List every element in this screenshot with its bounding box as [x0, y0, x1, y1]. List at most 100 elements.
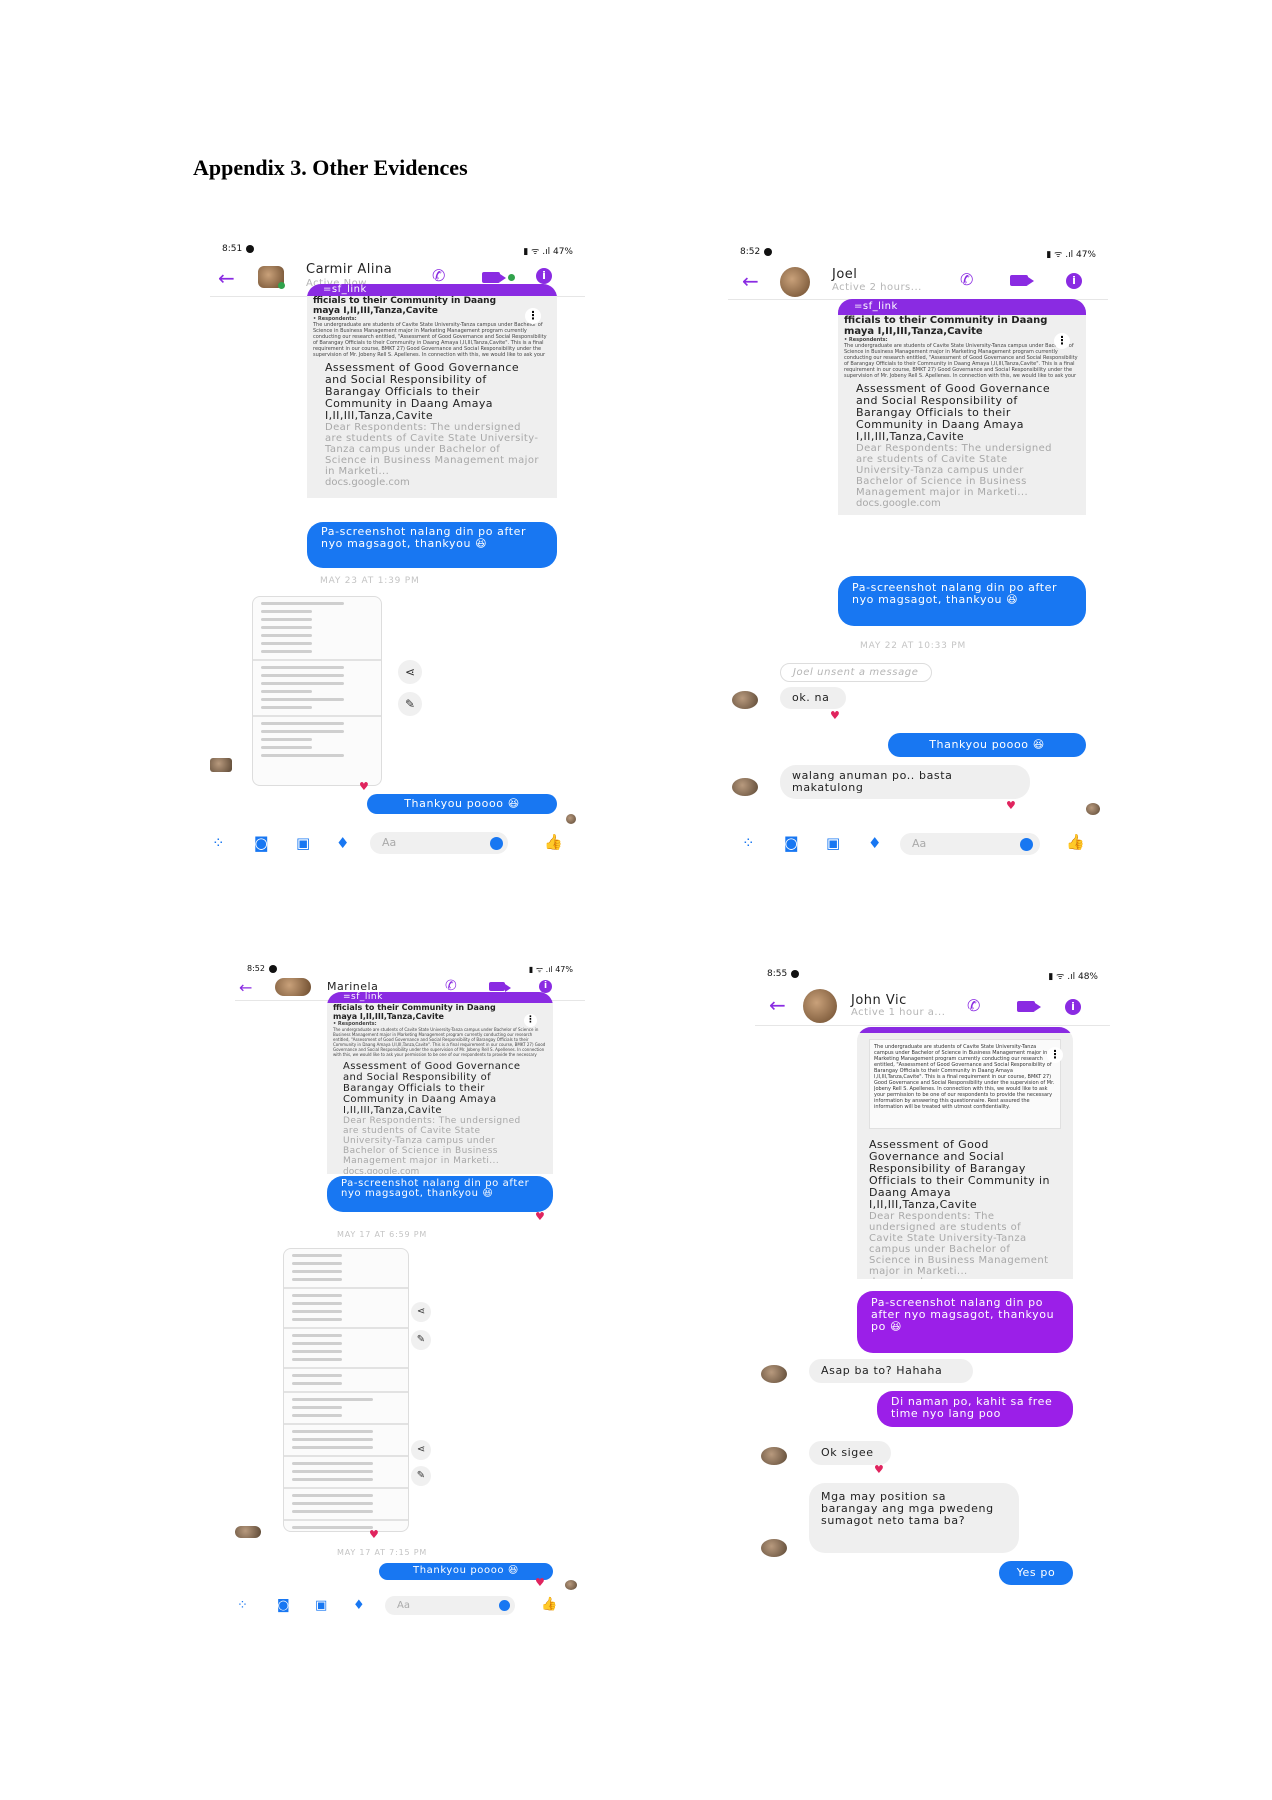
- link-small-text: The undergraduate are students of Cavite…: [313, 322, 547, 358]
- share-icon[interactable]: ⋖: [398, 660, 422, 684]
- phone-screenshot-joel: 8:52 ▮ ᯤ .ıl 47% ← Joel Active 2 hours..…: [728, 243, 1108, 863]
- message-bubble-incoming[interactable]: Asap ba to? Hahaha: [809, 1359, 973, 1383]
- avatar[interactable]: [275, 978, 311, 996]
- gallery-icon[interactable]: ▣: [315, 1598, 327, 1613]
- video-call-icon[interactable]: [482, 272, 506, 283]
- unsent-notice: Joel unsent a message: [780, 663, 932, 682]
- active-dot: [278, 282, 285, 289]
- heart-icon: ♥: [1006, 799, 1016, 812]
- back-arrow-icon[interactable]: ←: [218, 268, 235, 288]
- contact-mini-avatar: [732, 778, 758, 796]
- link-preview-card[interactable]: =sf_link fficials to their Community in …: [307, 284, 557, 498]
- info-icon[interactable]: i: [1066, 273, 1082, 289]
- message-input[interactable]: Aa: [900, 833, 1040, 855]
- camera-icon[interactable]: ◙: [254, 836, 269, 851]
- phone-call-icon[interactable]: ✆: [960, 270, 973, 289]
- back-arrow-icon[interactable]: ←: [742, 271, 759, 291]
- video-call-icon[interactable]: [489, 982, 511, 992]
- message-timestamp: MAY 22 AT 10:33 PM: [860, 641, 967, 651]
- microphone-icon[interactable]: ♦: [336, 836, 349, 851]
- thumbs-up-icon[interactable]: 👍: [1066, 835, 1085, 850]
- apps-icon[interactable]: ⁘: [237, 1598, 248, 1613]
- message-bubble-outgoing[interactable]: Pa-screenshot nalang din po after nyo ma…: [857, 1291, 1073, 1353]
- message-bubble-outgoing[interactable]: Thankyou poooo 😆: [888, 733, 1086, 757]
- link-url[interactable]: docs.google.com: [838, 498, 1086, 514]
- status-time: 8:52: [247, 964, 277, 973]
- contact-mini-avatar: [235, 1526, 261, 1538]
- apps-icon[interactable]: ⁘: [212, 836, 225, 851]
- heart-icon: ♥: [359, 780, 369, 793]
- thumbs-up-icon[interactable]: 👍: [544, 835, 563, 850]
- message-bubble-outgoing[interactable]: Yes po: [999, 1561, 1073, 1585]
- link-preview-card[interactable]: =sf_link fficials to their Community in …: [838, 299, 1086, 515]
- message-bubble-outgoing[interactable]: Pa-screenshot nalang din po after nyo ma…: [307, 522, 557, 568]
- message-bubble-outgoing[interactable]: Di naman po, kahit sa free time nyo lang…: [877, 1391, 1073, 1427]
- link-url[interactable]: docs.google.com: [307, 477, 557, 493]
- camera-icon[interactable]: ◙: [784, 836, 799, 851]
- more-options-icon[interactable]: ⋮: [525, 308, 541, 324]
- message-bubble-outgoing[interactable]: Thankyou poooo 😆: [379, 1563, 553, 1580]
- link-preview-card[interactable]: =sf_link fficials to their Community in …: [327, 992, 553, 1174]
- pencil-icon[interactable]: ✎: [411, 1466, 431, 1486]
- message-bubble-incoming[interactable]: Ok sigee: [809, 1441, 891, 1465]
- microphone-icon[interactable]: ♦: [868, 836, 881, 851]
- phone-screenshot-marinela: 8:52 ▮ ᯤ .ıl 47% ← Marinela ✆ i =sf_link…: [235, 960, 585, 1625]
- avatar[interactable]: [803, 989, 837, 1023]
- link-heading-2: maya I,II,III,Tanza,Cavite: [333, 1012, 444, 1021]
- phone-call-icon[interactable]: ✆: [967, 996, 980, 1015]
- message-bubble-incoming[interactable]: Mga may position sa barangay ang mga pwe…: [809, 1483, 1019, 1553]
- contact-name[interactable]: Carmir Alina: [306, 262, 392, 277]
- message-input[interactable]: Aa: [385, 1596, 515, 1615]
- contact-name[interactable]: John Vic: [851, 993, 907, 1008]
- back-arrow-icon[interactable]: ←: [239, 978, 252, 998]
- apps-icon[interactable]: ⁘: [742, 836, 755, 851]
- share-icon[interactable]: ⋖: [411, 1302, 431, 1322]
- share-icon[interactable]: ⋖: [411, 1440, 431, 1460]
- link-preview-card[interactable]: The undergraduate are students of Cavite…: [857, 1027, 1073, 1279]
- message-bubble-incoming[interactable]: walang anuman po.. basta makatulong: [780, 765, 1030, 799]
- thumbs-up-icon[interactable]: 👍: [541, 1597, 557, 1612]
- pencil-icon[interactable]: ✎: [398, 692, 422, 716]
- link-bar: =sf_link: [327, 992, 553, 1003]
- screenshot-image[interactable]: [283, 1248, 409, 1532]
- link-title: Assessment of Good Governance and Social…: [343, 1061, 521, 1116]
- pencil-icon[interactable]: ✎: [411, 1330, 431, 1350]
- link-description: Dear Respondents: The undersigned are st…: [856, 443, 1052, 498]
- emoji-icon[interactable]: [490, 837, 503, 850]
- microphone-icon[interactable]: ♦: [353, 1598, 365, 1613]
- heart-icon: ♥: [369, 1528, 379, 1541]
- camera-icon[interactable]: ◙: [277, 1598, 290, 1613]
- link-url[interactable]: docs.google.com: [327, 1166, 553, 1174]
- video-call-icon[interactable]: [1017, 1001, 1041, 1012]
- info-icon[interactable]: i: [539, 980, 552, 993]
- message-input[interactable]: Aa: [370, 832, 508, 854]
- emoji-icon[interactable]: [1020, 838, 1033, 851]
- info-icon[interactable]: i: [1065, 999, 1081, 1015]
- screenshot-image[interactable]: [252, 596, 382, 786]
- more-options-icon[interactable]: ⋮: [1054, 333, 1070, 349]
- more-options-icon[interactable]: ⋮: [1047, 1047, 1063, 1063]
- contact-mini-avatar: [732, 691, 758, 709]
- link-description: Dear Respondents: The undersigned are st…: [869, 1211, 1049, 1277]
- avatar[interactable]: [780, 267, 810, 297]
- message-bubble-outgoing[interactable]: Pa-screenshot nalang din po after nyo ma…: [327, 1176, 553, 1212]
- contact-status: Active 2 hours...: [832, 282, 922, 293]
- emoji-icon[interactable]: [499, 1600, 510, 1611]
- phone-call-icon[interactable]: ✆: [432, 266, 445, 285]
- seen-avatar: [1086, 803, 1100, 815]
- message-bubble-incoming[interactable]: ok. na: [780, 687, 846, 709]
- link-url[interactable]: docs.google.com: [857, 1277, 1073, 1279]
- heart-icon: ♥: [535, 1210, 545, 1223]
- video-call-icon[interactable]: [1010, 275, 1034, 286]
- gallery-icon[interactable]: ▣: [826, 836, 840, 851]
- message-bubble-outgoing[interactable]: Thankyou poooo 😆: [367, 794, 557, 814]
- message-timestamp: MAY 23 AT 1:39 PM: [320, 576, 420, 586]
- composer-bar: ⁘ ◙ ▣ ♦ Aa 👍: [728, 833, 1108, 859]
- info-icon[interactable]: i: [536, 268, 552, 284]
- back-arrow-icon[interactable]: ←: [769, 995, 786, 1015]
- more-options-icon[interactable]: ⋮: [524, 1014, 537, 1027]
- link-title: Assessment of Good Governance and Social…: [856, 382, 1051, 443]
- contact-name[interactable]: Joel: [832, 267, 857, 282]
- message-bubble-outgoing[interactable]: Pa-screenshot nalang din po after nyo ma…: [838, 576, 1086, 626]
- gallery-icon[interactable]: ▣: [296, 836, 310, 851]
